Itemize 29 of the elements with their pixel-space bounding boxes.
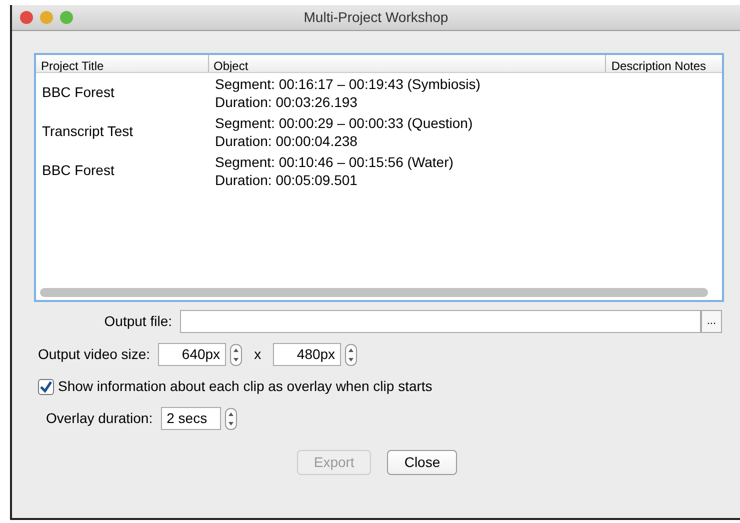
field-label: Overlay duration: (46, 409, 153, 428)
height-field[interactable]: 480px (273, 343, 342, 366)
table-cell-text: Duration: 00:05:09.501 (215, 170, 358, 188)
field-label: Output file: (103, 312, 172, 331)
scrollbar-thumb[interactable] (40, 288, 708, 297)
browse-button[interactable]: ... (700, 310, 722, 333)
table-cell-text: BBC Forest (41, 83, 116, 102)
checkbox-label: Show information about each clip as overlay when clip starts (58, 377, 432, 396)
close-icon[interactable] (20, 11, 33, 24)
table-cell-text: BBC Forest (41, 161, 116, 180)
size-separator: x (254, 345, 262, 364)
table-cell: Segment: 00:10:46 – 00:15:56 (Water) (215, 152, 454, 170)
window-title: Multi-Project Workshop (304, 8, 448, 27)
field-label: Output video size: (38, 345, 150, 364)
stepper-icon[interactable] (224, 408, 237, 430)
minimize-icon[interactable] (40, 11, 53, 24)
checkbox[interactable] (38, 378, 54, 394)
table-cell: Segment: 00:16:17 – 00:19:43 (Symbiosis) (215, 74, 480, 92)
stepper-icon[interactable] (230, 344, 242, 366)
duration-field[interactable]: 2 secs (160, 407, 221, 430)
table-cell-text: Transcript Test (41, 122, 134, 141)
output-file-field[interactable] (180, 310, 701, 333)
table-cell-text: Duration: 00:00:04.238 (215, 132, 358, 150)
width-field[interactable]: 640px (158, 343, 226, 366)
table-cell-text: Duration: 00:03:26.193 (215, 92, 358, 110)
close-button[interactable]: Close (387, 450, 458, 475)
table-cell: Segment: 00:00:29 – 00:00:33 (Question) (215, 114, 473, 132)
stepper-icon[interactable] (345, 344, 358, 366)
zoom-icon[interactable] (60, 11, 73, 24)
